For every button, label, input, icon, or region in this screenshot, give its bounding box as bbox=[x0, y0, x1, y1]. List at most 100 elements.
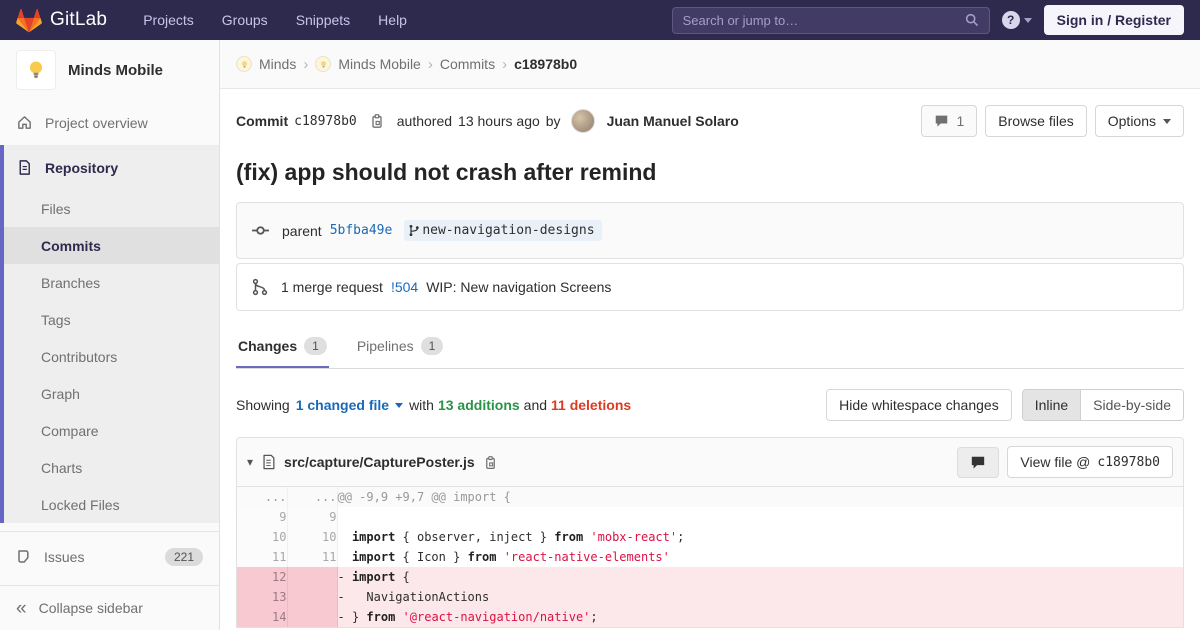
sidebar-item-branches[interactable]: Branches bbox=[4, 264, 219, 301]
sidebar-item-files[interactable]: Files bbox=[4, 190, 219, 227]
hide-whitespace-button[interactable]: Hide whitespace changes bbox=[826, 389, 1012, 421]
breadcrumb-link-minds[interactable]: Minds bbox=[259, 56, 296, 72]
new-line-number[interactable] bbox=[287, 567, 337, 587]
sidebar-item-commits[interactable]: Commits bbox=[4, 227, 219, 264]
file-comment-button[interactable] bbox=[957, 447, 999, 478]
commit-time-ago: 13 hours ago bbox=[458, 113, 540, 129]
sidebar-item-charts[interactable]: Charts bbox=[4, 449, 219, 486]
collapse-file-caret-icon[interactable]: ▾ bbox=[247, 455, 253, 469]
sidebar-item-project-overview[interactable]: Project overview bbox=[0, 100, 219, 145]
old-line-number[interactable]: 9 bbox=[237, 507, 287, 527]
commit-icon bbox=[251, 221, 270, 240]
diff-line-content bbox=[337, 507, 1183, 527]
sidebar-item-tags[interactable]: Tags bbox=[4, 301, 219, 338]
commit-parent-box: parent 5bfba49e new-navigation-designs bbox=[236, 202, 1184, 259]
home-icon bbox=[16, 114, 33, 131]
help-menu[interactable]: ? bbox=[1002, 11, 1032, 29]
search-input[interactable] bbox=[683, 13, 965, 28]
tab-count-badge: 1 bbox=[304, 337, 327, 355]
old-line-number[interactable]: ... bbox=[237, 487, 287, 507]
new-line-number[interactable] bbox=[287, 607, 337, 627]
diff-row: 13- NavigationActions bbox=[237, 587, 1183, 607]
by-text: by bbox=[546, 113, 561, 129]
author-avatar[interactable] bbox=[571, 109, 595, 133]
copy-clipboard-icon[interactable] bbox=[483, 455, 498, 470]
breadcrumb-link-minds-mobile[interactable]: Minds Mobile bbox=[338, 56, 420, 72]
merge-request-box: 1 merge request !504 WIP: New navigation… bbox=[236, 263, 1184, 311]
breadcrumb-current-sha: c18978b0 bbox=[514, 56, 577, 72]
lightbulb-icon bbox=[240, 60, 249, 69]
caret-down-icon bbox=[1163, 119, 1171, 124]
old-line-number[interactable]: 14 bbox=[237, 607, 287, 627]
diff-file-header: ▾ src/capture/CapturePoster.js bbox=[237, 438, 1183, 487]
mr-count-text: 1 merge request bbox=[281, 279, 383, 295]
sidebar-item-label: Issues bbox=[44, 549, 84, 565]
nav-snippets[interactable]: Snippets bbox=[286, 6, 360, 34]
new-line-number[interactable]: ... bbox=[287, 487, 337, 507]
view-file-button[interactable]: View file @ c18978b0 bbox=[1007, 446, 1173, 478]
sidebar-item-locked-files[interactable]: Locked Files bbox=[4, 486, 219, 523]
sidebar-item-contributors[interactable]: Contributors bbox=[4, 338, 219, 375]
sign-in-register-button[interactable]: Sign in / Register bbox=[1044, 5, 1184, 35]
options-dropdown-button[interactable]: Options bbox=[1095, 105, 1184, 137]
caret-down-icon bbox=[395, 403, 403, 408]
commit-header: Commit c18978b0 authored 13 hours ago by… bbox=[236, 89, 1184, 149]
old-line-number[interactable]: 11 bbox=[237, 547, 287, 567]
sidebar-item-compare[interactable]: Compare bbox=[4, 412, 219, 449]
search-box[interactable] bbox=[672, 7, 990, 34]
parent-sha-link[interactable]: 5bfba49e bbox=[330, 223, 393, 238]
commit-author-name[interactable]: Juan Manuel Solaro bbox=[607, 113, 739, 129]
new-line-number[interactable]: 9 bbox=[287, 507, 337, 527]
sidebar-item-issues[interactable]: Issues 221 bbox=[0, 531, 219, 581]
old-line-number[interactable]: 12 bbox=[237, 567, 287, 587]
diff-row: 99 bbox=[237, 507, 1183, 527]
nav-projects[interactable]: Projects bbox=[133, 6, 204, 34]
diff-row: ......@@ -9,9 +9,7 @@ import { bbox=[237, 487, 1183, 507]
diff-line-content: - } from '@react-navigation/native'; bbox=[337, 607, 1183, 627]
copy-clipboard-icon[interactable] bbox=[369, 113, 385, 129]
lightbulb-icon bbox=[319, 60, 328, 69]
new-line-number[interactable]: 10 bbox=[287, 527, 337, 547]
diff-row: 1010 import { observer, inject } from 'm… bbox=[237, 527, 1183, 547]
gitlab-logo[interactable]: GitLab bbox=[16, 8, 107, 33]
sidebar-item-graph[interactable]: Graph bbox=[4, 375, 219, 412]
browse-files-button[interactable]: Browse files bbox=[985, 105, 1086, 137]
project-avatar bbox=[16, 50, 56, 90]
mr-ref-link[interactable]: !504 bbox=[391, 279, 418, 295]
comment-count-button[interactable]: 1 bbox=[921, 105, 977, 137]
new-line-number[interactable]: 11 bbox=[287, 547, 337, 567]
diff-stats-row: Showing 1 changed file with 13 additions… bbox=[236, 389, 1184, 421]
file-icon bbox=[261, 454, 276, 470]
old-line-number[interactable]: 10 bbox=[237, 527, 287, 547]
help-icon: ? bbox=[1002, 11, 1020, 29]
collapse-sidebar-button[interactable]: « Collapse sidebar bbox=[0, 585, 219, 630]
inline-view-button[interactable]: Inline bbox=[1023, 390, 1080, 420]
diff-table-body: ......@@ -9,9 +9,7 @@ import {991010 imp… bbox=[237, 487, 1183, 627]
breadcrumb-link-commits[interactable]: Commits bbox=[440, 56, 495, 72]
nav-help[interactable]: Help bbox=[368, 6, 417, 34]
changed-files-dropdown[interactable]: 1 changed file bbox=[296, 397, 389, 413]
commit-title: (fix) app should not crash after remind bbox=[236, 159, 1184, 186]
breadcrumb-separator: › bbox=[303, 56, 308, 73]
project-context-header[interactable]: Minds Mobile bbox=[0, 40, 219, 100]
sidebar-item-repository[interactable]: Repository bbox=[4, 145, 219, 190]
authored-text: authored bbox=[397, 113, 452, 129]
diff-row: 14 - } from '@react-navigation/native'; bbox=[237, 607, 1183, 627]
comment-bubble-icon bbox=[970, 455, 986, 470]
diff-line-content: import { Icon } from 'react-native-eleme… bbox=[337, 547, 1183, 567]
branch-badge[interactable]: new-navigation-designs bbox=[404, 220, 601, 241]
side-by-side-view-button[interactable]: Side-by-side bbox=[1080, 390, 1183, 420]
new-line-number[interactable] bbox=[287, 587, 337, 607]
commit-label: Commit bbox=[236, 113, 288, 129]
search-icon bbox=[965, 13, 979, 27]
tab-changes[interactable]: Changes 1 bbox=[236, 325, 329, 368]
issues-count-badge: 221 bbox=[165, 548, 203, 566]
nav-groups[interactable]: Groups bbox=[212, 6, 278, 34]
with-text: with bbox=[409, 397, 434, 413]
diff-file-path[interactable]: src/capture/CapturePoster.js bbox=[284, 454, 475, 470]
old-line-number[interactable]: 13 bbox=[237, 587, 287, 607]
comment-bubble-icon bbox=[934, 114, 949, 128]
tab-pipelines[interactable]: Pipelines 1 bbox=[355, 325, 446, 368]
diff-line-content: - import { bbox=[337, 567, 1183, 587]
diff-line-content: import { observer, inject } from 'mobx-r… bbox=[337, 527, 1183, 547]
